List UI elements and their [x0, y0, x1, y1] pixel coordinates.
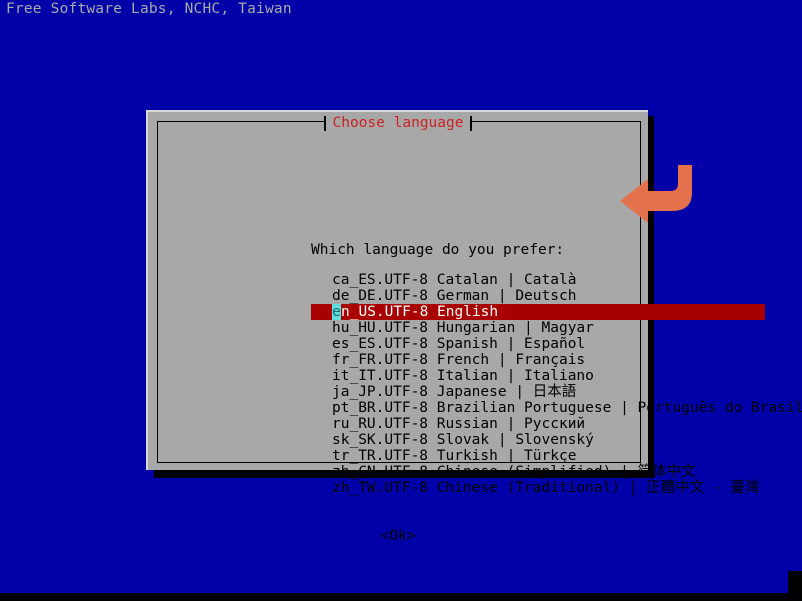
ok-button[interactable]: <Ok>	[148, 527, 648, 545]
prompt-text: Which language do you prefer:	[311, 242, 565, 258]
language-option[interactable]: ru_RU.UTF-8 Russian | Русский	[311, 416, 781, 432]
terminal-screen: Free Software Labs, NCHC, Taiwan Choose …	[0, 0, 802, 601]
language-option[interactable]: tr_TR.UTF-8 Turkish | Türkçe	[311, 448, 781, 464]
language-option-label: n_US.UTF-8 English	[341, 304, 499, 320]
language-option[interactable]: es_ES.UTF-8 Spanish | Español	[311, 336, 781, 352]
language-option[interactable]: zh_TW.UTF-8 Chinese (Traditional) | 正體中文…	[311, 480, 781, 496]
bottom-strip	[0, 593, 802, 601]
language-option[interactable]: zh_CN.UTF-8 Chinese (Simplified) | 简体中文	[311, 464, 781, 480]
language-option[interactable]: e n_US.UTF-8 English	[311, 304, 765, 320]
language-option[interactable]: sk_SK.UTF-8 Slovak | Slovenský	[311, 432, 781, 448]
language-option[interactable]: hu_HU.UTF-8 Hungarian | Magyar	[311, 320, 781, 336]
language-option[interactable]: ca_ES.UTF-8 Catalan | Català	[311, 272, 781, 288]
language-list[interactable]: ca_ES.UTF-8 Catalan | Català de_DE.UTF-8 …	[311, 272, 802, 496]
choose-language-dialog: Choose language Which language do you pr…	[146, 110, 802, 544]
language-option[interactable]: fr_FR.UTF-8 French | Français	[311, 352, 781, 368]
enter-key-arrow-icon	[620, 165, 692, 223]
text-cursor: e	[332, 304, 341, 320]
language-option[interactable]: de_DE.UTF-8 German | Deutsch	[311, 288, 781, 304]
banner-text: Free Software Labs, NCHC, Taiwan	[6, 1, 292, 17]
language-option[interactable]: it_IT.UTF-8 Italian | Italiano	[311, 368, 781, 384]
language-option[interactable]: ja_JP.UTF-8 Japanese | 日本語	[311, 384, 781, 400]
language-option[interactable]: pt_BR.UTF-8 Brazilian Portuguese | Portu…	[311, 400, 802, 416]
terminal-cursor	[788, 571, 802, 593]
